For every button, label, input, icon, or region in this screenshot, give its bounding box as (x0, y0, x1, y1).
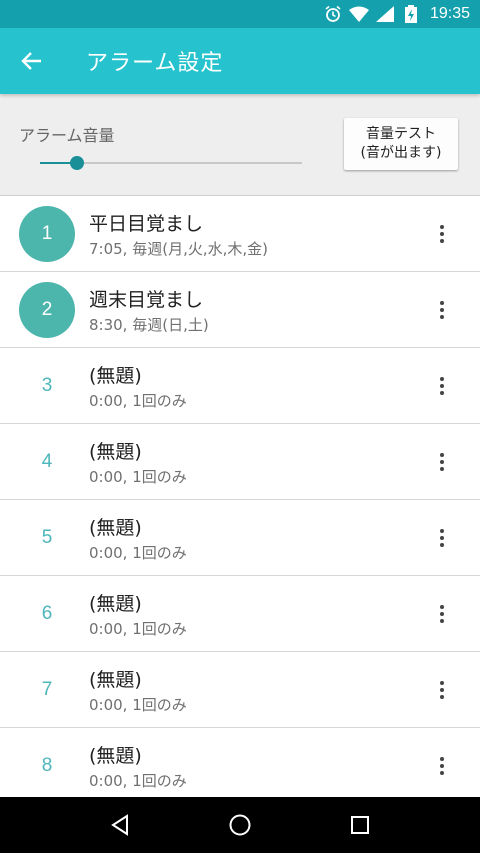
alarm-title: (無題) (89, 441, 142, 463)
more-vert-icon[interactable] (430, 602, 454, 626)
alarm-title: (無題) (89, 593, 142, 615)
alarm-number-badge: 4 (41, 451, 53, 472)
nav-back-button[interactable] (100, 805, 140, 845)
alarm-number-badge: 6 (41, 603, 53, 624)
alarm-list: 1 平日目覚まし 7:05, 毎週(月,火,水,木,金) 2 週末目覚まし 8:30, 毎… (0, 196, 480, 797)
alarm-schedule: 8:30, 毎週(日,土) (89, 316, 209, 334)
volume-panel: アラーム音量 音量テスト (音が出ます) (0, 94, 480, 196)
alarm-schedule: 0:00, 1回のみ (89, 696, 187, 714)
home-circle-icon (229, 814, 251, 836)
more-vert-icon[interactable] (430, 222, 454, 246)
page-title: アラーム設定 (86, 51, 224, 76)
alarm-icon (322, 4, 344, 24)
nav-recents-button[interactable] (340, 805, 380, 845)
recents-square-icon (351, 816, 369, 834)
alarm-row[interactable]: 2 週末目覚まし 8:30, 毎週(日,土) (0, 272, 480, 348)
alarm-number-badge: 2 (19, 282, 75, 338)
more-vert-icon[interactable] (430, 754, 454, 778)
back-triangle-icon (111, 814, 128, 836)
alarm-row[interactable]: 1 平日目覚まし 7:05, 毎週(月,火,水,木,金) (0, 196, 480, 272)
more-vert-icon[interactable] (430, 298, 454, 322)
alarm-number-badge: 1 (19, 206, 75, 262)
status-bar: 19:35 (0, 0, 480, 28)
volume-test-button[interactable]: 音量テスト (音が出ます) (344, 118, 458, 170)
alarm-schedule: 0:00, 1回のみ (89, 468, 187, 486)
status-time: 19:35 (429, 5, 470, 22)
battery-charging-icon (400, 4, 422, 24)
alarm-row[interactable]: 7 (無題) 0:00, 1回のみ (0, 652, 480, 728)
nav-home-button[interactable] (220, 805, 260, 845)
alarm-title: (無題) (89, 517, 142, 539)
arrow-back-icon (21, 52, 41, 70)
alarm-schedule: 0:00, 1回のみ (89, 392, 187, 410)
more-vert-icon[interactable] (430, 678, 454, 702)
alarm-title: 週末目覚まし (89, 289, 204, 311)
alarm-number-badge: 5 (41, 527, 53, 548)
volume-label: アラーム音量 (19, 126, 115, 145)
alarm-title: (無題) (89, 669, 142, 691)
alarm-schedule: 7:05, 毎週(月,火,水,木,金) (89, 240, 268, 258)
alarm-schedule: 0:00, 1回のみ (89, 544, 187, 562)
alarm-title: (無題) (89, 745, 142, 767)
alarm-number-badge: 7 (41, 679, 53, 700)
wifi-icon (348, 4, 370, 24)
alarm-row[interactable]: 5 (無題) 0:00, 1回のみ (0, 500, 480, 576)
back-button[interactable] (0, 28, 64, 94)
alarm-number-badge: 8 (41, 755, 53, 776)
more-vert-icon[interactable] (430, 526, 454, 550)
alarm-title: (無題) (89, 365, 142, 387)
alarm-row[interactable]: 6 (無題) 0:00, 1回のみ (0, 576, 480, 652)
navigation-bar (0, 797, 480, 853)
slider-thumb[interactable] (69, 156, 84, 170)
alarm-row[interactable]: 4 (無題) 0:00, 1回のみ (0, 424, 480, 500)
alarm-row[interactable]: 8 (無題) 0:00, 1回のみ (0, 728, 480, 797)
alarm-row[interactable]: 3 (無題) 0:00, 1回のみ (0, 348, 480, 424)
alarm-schedule: 0:00, 1回のみ (89, 620, 187, 638)
alarm-title: 平日目覚まし (89, 213, 204, 235)
signal-icon (374, 4, 396, 24)
app-bar: アラーム設定 (0, 28, 480, 94)
alarm-schedule: 0:00, 1回のみ (89, 772, 187, 790)
alarm-number-badge: 3 (41, 375, 53, 396)
more-vert-icon[interactable] (430, 450, 454, 474)
more-vert-icon[interactable] (430, 374, 454, 398)
volume-slider[interactable] (40, 156, 302, 170)
